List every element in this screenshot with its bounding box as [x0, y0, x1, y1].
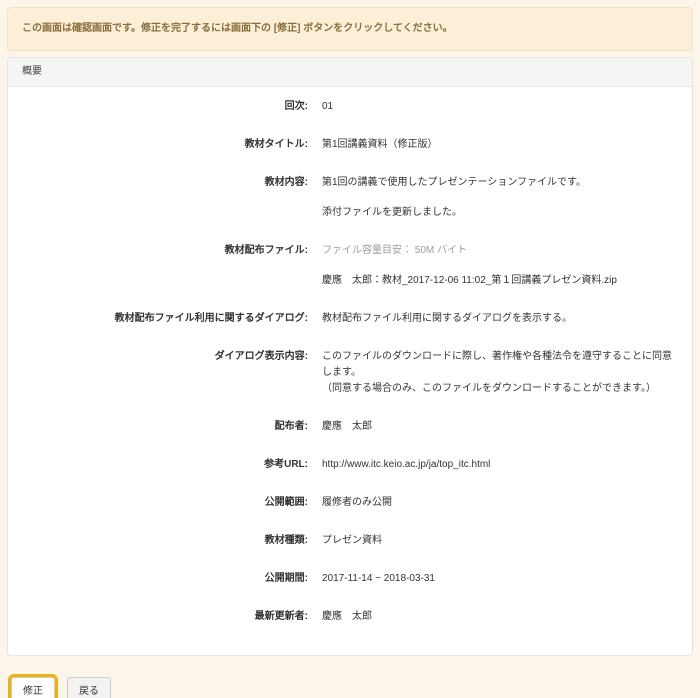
- field-value: 01: [308, 99, 678, 115]
- field-label: 公開範囲:: [22, 495, 308, 511]
- field-label: 教材配布ファイル利用に関するダイアログ:: [22, 311, 308, 327]
- field-label: 教材種類:: [22, 533, 308, 549]
- overview-panel: 概要 回次: 01 教材タイトル: 第1回講義資料（修正版） 教材内容: 第1回…: [7, 57, 693, 656]
- field-value-paragraph: 添付ファイルを更新しました。: [322, 205, 678, 221]
- back-button[interactable]: 戻る: [67, 677, 111, 698]
- field-value-paragraph: 教材配布ファイル利用に関するダイアログを表示する。: [322, 311, 678, 327]
- field-value-paragraph: 第1回講義資料（修正版）: [322, 137, 678, 153]
- field-value-line: 添付ファイルを更新しました。: [322, 205, 678, 221]
- field-label: 最新更新者:: [22, 609, 308, 625]
- field-value-paragraph: 履修者のみ公開: [322, 495, 678, 511]
- field-value: 2017-11-14 − 2018-03-31: [308, 571, 678, 587]
- field-value: 慶應 太郎: [308, 419, 678, 435]
- field-value-line: （同意する場合のみ、このファイルをダウンロードすることができます。）: [322, 381, 678, 397]
- field-value: 教材配布ファイル利用に関するダイアログを表示する。: [308, 311, 678, 327]
- field-row: 教材種類: プレゼン資料: [22, 533, 678, 549]
- field-row: 配布者: 慶應 太郎: [22, 419, 678, 435]
- field-label: 配布者:: [22, 419, 308, 435]
- field-label: 回次:: [22, 99, 308, 115]
- field-value-line: 第1回講義資料（修正版）: [322, 137, 678, 153]
- field-row: 公開範囲: 履修者のみ公開: [22, 495, 678, 511]
- field-label: 公開期間:: [22, 571, 308, 587]
- field-value-paragraph: ファイル容量目安： 50M バイト: [322, 243, 678, 259]
- field-value-line: 慶應 太郎: [322, 419, 678, 435]
- field-row: ダイアログ表示内容: このファイルのダウンロードに際し、著作権や各種法令を遵守す…: [22, 349, 678, 397]
- field-value-paragraph: 慶應 太郎: [322, 419, 678, 435]
- field-value-paragraph: プレゼン資料: [322, 533, 678, 549]
- field-value-line: プレゼン資料: [322, 533, 678, 549]
- field-value-line: 2017-11-14 − 2018-03-31: [322, 571, 678, 587]
- field-value-paragraph: 01: [322, 99, 678, 115]
- field-value: 慶應 太郎: [308, 609, 678, 625]
- field-value: 第1回講義資料（修正版）: [308, 137, 678, 153]
- action-bar: 修正 戻る: [8, 677, 693, 698]
- field-value-paragraph: 第1回の講義で使用したプレゼンテーションファイルです。: [322, 175, 678, 191]
- field-row: 教材タイトル: 第1回講義資料（修正版）: [22, 137, 678, 153]
- field-value: ファイル容量目安： 50M バイト慶應 太郎：教材_2017-12-06 11:…: [308, 243, 678, 289]
- field-value-paragraph: 慶應 太郎: [322, 609, 678, 625]
- field-value: 第1回の講義で使用したプレゼンテーションファイルです。添付ファイルを更新しました…: [308, 175, 678, 221]
- confirmation-notice: この画面は確認画面です。修正を完了するには画面下の [修正] ボタンをクリックし…: [7, 7, 693, 51]
- field-value-line: http://www.itc.keio.ac.jp/ja/top_itc.htm…: [322, 457, 678, 473]
- field-row: 公開期間: 2017-11-14 − 2018-03-31: [22, 571, 678, 587]
- field-row: 教材内容: 第1回の講義で使用したプレゼンテーションファイルです。添付ファイルを…: [22, 175, 678, 221]
- field-value-line: 教材配布ファイル利用に関するダイアログを表示する。: [322, 311, 678, 327]
- field-label: 教材配布ファイル:: [22, 243, 308, 289]
- field-value-line: このファイルのダウンロードに際し、著作権や各種法令を遵守することに同意します。: [322, 349, 678, 381]
- field-value-line: 01: [322, 99, 678, 115]
- field-row: 最新更新者: 慶應 太郎: [22, 609, 678, 625]
- field-label: 教材内容:: [22, 175, 308, 221]
- page: この画面は確認画面です。修正を完了するには画面下の [修正] ボタンをクリックし…: [0, 0, 700, 698]
- field-value-line: 慶應 太郎：教材_2017-12-06 11:02_第１回講義プレゼン資料.zi…: [322, 273, 678, 289]
- field-value: このファイルのダウンロードに際し、著作権や各種法令を遵守することに同意します。（…: [308, 349, 678, 397]
- field-label: ダイアログ表示内容:: [22, 349, 308, 397]
- field-row: 教材配布ファイル利用に関するダイアログ: 教材配布ファイル利用に関するダイアログ…: [22, 311, 678, 327]
- field-row: 教材配布ファイル: ファイル容量目安： 50M バイト慶應 太郎：教材_2017…: [22, 243, 678, 289]
- field-value: プレゼン資料: [308, 533, 678, 549]
- field-value-line: ファイル容量目安： 50M バイト: [322, 243, 678, 259]
- field-label: 教材タイトル:: [22, 137, 308, 153]
- field-value: http://www.itc.keio.ac.jp/ja/top_itc.htm…: [308, 457, 678, 473]
- field-value-line: 履修者のみ公開: [322, 495, 678, 511]
- field-value-paragraph: 2017-11-14 − 2018-03-31: [322, 571, 678, 587]
- field-value-paragraph: http://www.itc.keio.ac.jp/ja/top_itc.htm…: [322, 457, 678, 473]
- field-label: 参考URL:: [22, 457, 308, 473]
- field-value-line: 慶應 太郎: [322, 609, 678, 625]
- field-value-paragraph: 慶應 太郎：教材_2017-12-06 11:02_第１回講義プレゼン資料.zi…: [322, 273, 678, 289]
- field-value-line: 第1回の講義で使用したプレゼンテーションファイルです。: [322, 175, 678, 191]
- overview-fields: 回次: 01 教材タイトル: 第1回講義資料（修正版） 教材内容: 第1回の講義…: [8, 87, 692, 655]
- field-row: 回次: 01: [22, 99, 678, 115]
- field-value: 履修者のみ公開: [308, 495, 678, 511]
- field-value-paragraph: このファイルのダウンロードに際し、著作権や各種法令を遵守することに同意します。（…: [322, 349, 678, 397]
- submit-correction-button[interactable]: 修正: [11, 677, 55, 698]
- field-row: 参考URL: http://www.itc.keio.ac.jp/ja/top_…: [22, 457, 678, 473]
- panel-title: 概要: [8, 58, 692, 87]
